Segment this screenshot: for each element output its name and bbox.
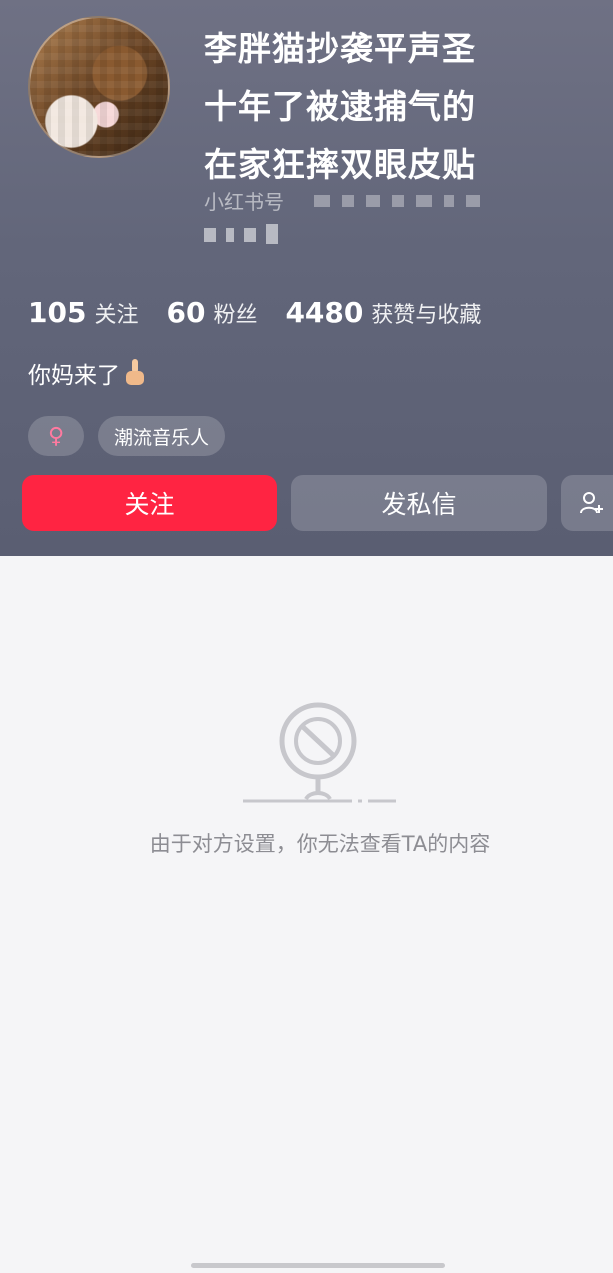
nickname-line-2: 十年了被逮捕气的	[204, 87, 476, 126]
stat-likes-label: 获赞与收藏	[371, 303, 482, 328]
follow-button[interactable]: 关注	[22, 475, 277, 531]
action-buttons: 关注 发私信	[22, 475, 613, 531]
redacted-id-block	[366, 194, 380, 207]
stat-followers[interactable]: 60 粉丝	[166, 296, 257, 329]
stat-followers-count: 60	[166, 296, 206, 329]
avatar[interactable]	[28, 16, 170, 158]
middle-finger-emoji-icon	[126, 359, 144, 387]
stats-row: 105 关注 60 粉丝 4480 获赞与收藏	[28, 296, 509, 329]
stat-following[interactable]: 105 关注	[28, 296, 138, 329]
redacted-id-block	[342, 194, 354, 207]
nickname: 李胖猫抄袭平声圣 十年了被逮捕气的 在家狂摔双眼皮贴	[204, 20, 534, 194]
content-area: 由于对方设置，你无法查看TA的内容	[0, 556, 613, 1273]
redacted-id-block	[466, 194, 480, 207]
nickname-line-1: 李胖猫抄袭平声圣	[204, 29, 476, 68]
redacted-id-continued	[204, 224, 278, 244]
message-button[interactable]: 发私信	[291, 475, 547, 531]
stat-following-label: 关注	[94, 303, 139, 328]
redacted-id-block	[314, 194, 330, 207]
bio: 你妈来了	[28, 356, 144, 390]
avatar-pixelation	[30, 18, 168, 156]
profile-header: 李胖猫抄袭平声圣 十年了被逮捕气的 在家狂摔双眼皮贴 小红书号 105 关注 6…	[0, 0, 613, 556]
redbook-id-label: 小红书号	[204, 190, 284, 214]
redacted-id-block	[444, 194, 454, 207]
stat-followers-label: 粉丝	[213, 303, 258, 328]
add-friend-button[interactable]	[561, 475, 613, 531]
gender-female-icon: ♀	[28, 416, 84, 456]
bio-text: 你妈来了	[28, 363, 120, 389]
redacted-id-block	[416, 194, 432, 207]
stat-likes[interactable]: 4480 获赞与收藏	[285, 296, 481, 329]
tag-music[interactable]: 潮流音乐人	[98, 416, 226, 456]
empty-state-message: 由于对方设置，你无法查看TA的内容	[149, 832, 491, 856]
home-indicator[interactable]	[191, 1263, 445, 1268]
add-user-icon	[580, 492, 603, 514]
tags-row: ♀ 潮流音乐人	[28, 416, 226, 456]
blocked-sign-icon	[243, 702, 396, 803]
redbook-id: 小红书号	[204, 186, 480, 215]
redacted-id-block	[392, 194, 404, 207]
stat-following-count: 105	[28, 296, 87, 329]
stat-likes-count: 4480	[285, 296, 364, 329]
